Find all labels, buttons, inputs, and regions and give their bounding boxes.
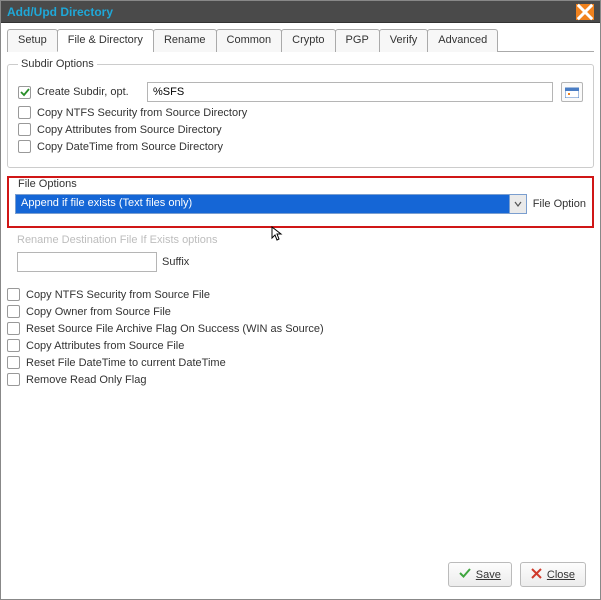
bottom-bar: Save Close [7, 556, 594, 593]
browse-subdir-button[interactable] [561, 82, 583, 102]
file-option-dropdown[interactable]: Append if file exists (Text files only) [15, 194, 527, 214]
copy-attrs-file-label: Copy Attributes from Source File [26, 340, 184, 352]
create-subdir-input[interactable] [147, 82, 553, 102]
remove-readonly-checkbox[interactable] [7, 373, 20, 386]
titlebar: Add/Upd Directory [1, 1, 600, 23]
reset-archive-label: Reset Source File Archive Flag On Succes… [26, 323, 324, 335]
tab-rename[interactable]: Rename [153, 29, 217, 52]
reset-datetime-label: Reset File DateTime to current DateTime [26, 357, 226, 369]
file-option-value: Append if file exists (Text files only) [16, 195, 510, 213]
subdir-options-group: Subdir Options Create Subdir, opt. [7, 58, 594, 168]
rename-group-title: Rename Destination File If Exists option… [17, 234, 218, 246]
create-subdir-checkbox[interactable] [18, 86, 31, 99]
file-options-legend: File Options [15, 178, 586, 190]
tab-file-directory[interactable]: File & Directory [57, 29, 154, 52]
suffix-label: Suffix [162, 256, 189, 268]
copy-attrs-dir-label: Copy Attributes from Source Directory [37, 124, 222, 136]
tab-setup[interactable]: Setup [7, 29, 58, 52]
remove-readonly-label: Remove Read Only Flag [26, 374, 146, 386]
window-title: Add/Upd Directory [7, 5, 113, 19]
save-label: Save [476, 569, 501, 581]
reset-datetime-checkbox[interactable] [7, 356, 20, 369]
tab-crypto[interactable]: Crypto [281, 29, 335, 52]
close-label: Close [547, 569, 575, 581]
copy-ntfs-file-checkbox[interactable] [7, 288, 20, 301]
reset-archive-checkbox[interactable] [7, 322, 20, 335]
subdir-legend: Subdir Options [18, 58, 97, 70]
tab-common[interactable]: Common [216, 29, 283, 52]
rename-destination-group: Rename Destination File If Exists option… [7, 234, 594, 272]
copy-attrs-file-checkbox[interactable] [7, 339, 20, 352]
copy-ntfs-file-label: Copy NTFS Security from Source File [26, 289, 210, 301]
copy-owner-file-label: Copy Owner from Source File [26, 306, 171, 318]
save-button[interactable]: Save [448, 562, 512, 587]
copy-ntfs-dir-label: Copy NTFS Security from Source Directory [37, 107, 247, 119]
tab-pgp[interactable]: PGP [335, 29, 380, 52]
copy-attrs-dir-checkbox[interactable] [18, 123, 31, 136]
panel-body: Subdir Options Create Subdir, opt. [7, 58, 594, 593]
chevron-down-icon[interactable] [510, 195, 526, 213]
file-options-highlight: File Options Append if file exists (Text… [7, 176, 594, 228]
file-option-side-label: File Option [533, 198, 586, 210]
check-icon [459, 567, 471, 582]
suffix-input[interactable] [17, 252, 157, 272]
copy-datetime-dir-checkbox[interactable] [18, 140, 31, 153]
create-subdir-label: Create Subdir, opt. [37, 86, 147, 98]
window-close-button[interactable] [576, 4, 594, 20]
copy-datetime-dir-label: Copy DateTime from Source Directory [37, 141, 223, 153]
tab-verify[interactable]: Verify [379, 29, 429, 52]
close-icon [531, 568, 542, 582]
close-button[interactable]: Close [520, 562, 586, 587]
copy-owner-file-checkbox[interactable] [7, 305, 20, 318]
tab-bar: Setup File & Directory Rename Common Cry… [7, 28, 594, 52]
copy-ntfs-dir-checkbox[interactable] [18, 106, 31, 119]
tab-advanced[interactable]: Advanced [427, 29, 498, 52]
